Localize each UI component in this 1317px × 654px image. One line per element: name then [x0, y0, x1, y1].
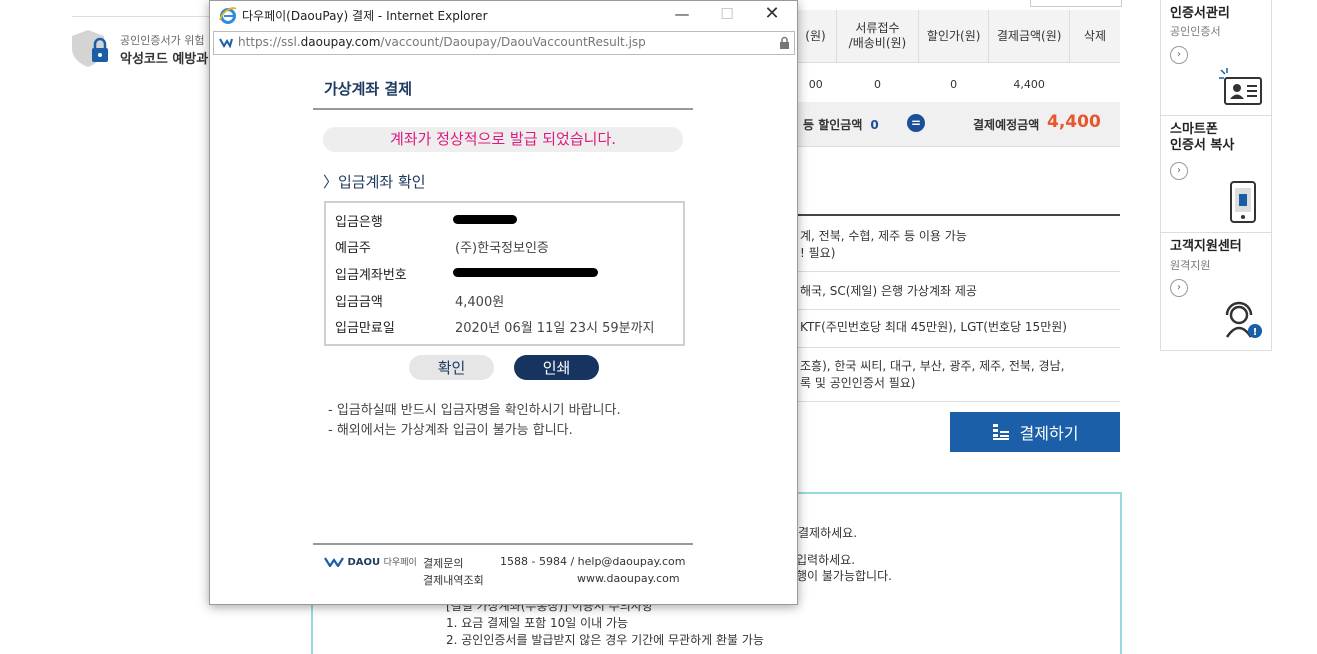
info-label: 입금만료일	[335, 321, 395, 336]
divider	[795, 309, 1120, 310]
payment-history-link[interactable]: 결제내역조회	[423, 572, 484, 588]
info-label: 입금계좌번호	[335, 268, 407, 283]
close-button[interactable]: ✕	[752, 3, 792, 27]
table-cell: 0	[836, 62, 919, 106]
support-agent-icon: !	[1225, 301, 1262, 338]
divider	[72, 16, 232, 17]
sidebar-item-cert-management[interactable]: 인증서관리 공인인증서 ›	[1161, 0, 1271, 116]
section-title: 〉입금계좌 확인	[323, 173, 426, 191]
table-cell: 4,400	[988, 62, 1070, 106]
info-label: 예금주	[335, 241, 371, 256]
internet-explorer-icon	[219, 7, 237, 24]
lock-icon[interactable]	[779, 36, 790, 49]
redacted-account	[453, 268, 598, 277]
info-text: 결제하세요.	[798, 526, 858, 540]
table-cell: 00	[795, 62, 837, 106]
daou-logo: DAOU 다우페이	[324, 555, 417, 569]
contact-info: 1588 - 5984 / help@daoupay.com	[500, 555, 686, 568]
popup-content: 가상계좌 결제 계좌가 정상적으로 발급 되었습니다. 〉입금계좌 확인 입금은…	[210, 55, 797, 604]
info-value: 4,400원	[455, 295, 505, 310]
info-value: (주)한국정보인증	[455, 241, 549, 256]
document-list-icon	[992, 424, 1009, 440]
col-header: (원)	[795, 10, 837, 63]
sidebar-item-title: 스마트폰 인증서 복사	[1170, 122, 1235, 153]
info-value: 2020년 06월 11일 23시 59분까지	[455, 321, 655, 336]
right-sidebar: 인증서관리 공인인증서 › 스마트폰 인증서 복사 › 고객지원센터 원격지원 …	[1160, 0, 1272, 351]
divider	[313, 108, 693, 110]
list-item: 해국, SC(제일) 은행 가상계좌 제공	[800, 284, 977, 298]
address-bar[interactable]: https://ssl.daoupay.com/vaccount/Daoupay…	[213, 31, 795, 55]
divider	[795, 271, 1120, 272]
notice-text: - 해외에서는 가상계좌 입금이 불가능 합니다.	[328, 423, 573, 438]
divider	[795, 214, 1120, 216]
info-label: 입금은행	[335, 215, 383, 230]
maximize-button[interactable]: ☐	[707, 3, 747, 27]
minimize-button[interactable]: —	[662, 3, 702, 27]
table-cell: 0	[918, 62, 989, 106]
website-link[interactable]: www.daoupay.com	[577, 572, 680, 585]
list-item: KTF(주민번호당 최대 45만원), LGT(번호당 15만원)	[800, 320, 1067, 334]
sidebar-item-subtitle: 공인인증서	[1170, 25, 1221, 38]
info-text: 2. 공인인증서를 발급받지 않은 경우 기간에 무관하게 환불 가능	[446, 633, 764, 647]
payment-popup-window: 다우페이(DaouPay) 결제 - Internet Explorer — ☐…	[209, 0, 798, 605]
divider	[795, 401, 1120, 402]
id-card-icon	[1219, 68, 1262, 105]
account-info-table: 입금은행 예금주 (주)한국정보인증 입금계좌번호 입금금액 4,400원 입금…	[324, 201, 685, 346]
site-favicon-icon	[219, 38, 233, 48]
window-titlebar[interactable]: 다우페이(DaouPay) 결제 - Internet Explorer — ☐…	[210, 1, 797, 29]
sidebar-item-support[interactable]: 고객지원센터 원격지원 › !	[1161, 233, 1271, 349]
discount-summary: 등 할인금액 0	[803, 118, 879, 132]
info-text: 행이 불가능합니다.	[796, 569, 892, 583]
list-item: 계, 전북, 수협, 제주 등 이용 가능	[800, 229, 967, 243]
col-header: 삭제	[1068, 10, 1120, 63]
url-text: https://ssl.daoupay.com/vaccount/Daoupay…	[238, 35, 646, 49]
svg-text:!: !	[1253, 327, 1258, 338]
confirm-button[interactable]: 확인	[409, 355, 494, 380]
info-text: 입력하세요.	[796, 553, 856, 567]
print-button[interactable]: 인쇄	[514, 355, 599, 380]
window-title: 다우페이(DaouPay) 결제 - Internet Explorer	[242, 9, 488, 23]
daou-logo-mark-icon	[324, 557, 344, 569]
divider	[313, 543, 693, 545]
list-item: 록 및 공인인증서 필요)	[800, 376, 916, 390]
arrow-right-icon[interactable]: ›	[1170, 46, 1188, 64]
top-box	[1030, 0, 1122, 7]
notice-text: - 입금하실때 반드시 입금자명을 확인하시기 바랍니다.	[328, 403, 621, 418]
info-text: 1. 요금 결제일 포함 10일 이내 가능	[446, 616, 629, 630]
col-header: 결제금액(원)	[988, 10, 1070, 63]
arrow-right-icon[interactable]: ›	[1170, 162, 1188, 180]
divider	[795, 347, 1120, 348]
sidebar-item-smartphone-copy[interactable]: 스마트폰 인증서 복사 ›	[1161, 116, 1271, 233]
sidebar-item-title: 인증서관리	[1170, 6, 1230, 21]
equals-icon: =	[907, 114, 925, 132]
discount-value: 0	[870, 118, 879, 132]
arrow-right-icon[interactable]: ›	[1170, 279, 1188, 297]
pay-button-label: 결제하기	[1019, 424, 1079, 443]
list-item: 조흥), 한국 씨티, 대구, 부산, 광주, 제주, 전북, 경남,	[800, 359, 1065, 373]
sidebar-item-subtitle: 원격지원	[1170, 259, 1211, 272]
smartphone-icon	[1230, 181, 1256, 223]
page-title: 가상계좌 결제	[324, 80, 413, 98]
summary-bar: 등 할인금액 0 = 결제예정금액 4,400	[795, 102, 1120, 147]
order-table: (원) 서류접수 /배송비(원) 할인가(원) 결제금액(원) 삭제 00 0 …	[795, 10, 1120, 106]
payment-inquiry-link[interactable]: 결제문의	[423, 555, 463, 571]
delete-cell[interactable]	[1069, 62, 1120, 106]
security-text: 공인인증서가 위험	[120, 34, 205, 47]
col-header: 할인가(원)	[917, 10, 989, 63]
info-label: 입금금액	[335, 295, 383, 310]
redacted-bank	[453, 215, 517, 224]
sidebar-item-title: 고객지원센터	[1170, 239, 1242, 254]
security-title: 악성코드 예방과	[120, 52, 209, 67]
total-value: 4,400	[1047, 112, 1101, 132]
list-item: ! 필요)	[800, 246, 836, 260]
col-header: 서류접수 /배송비(원)	[836, 10, 919, 63]
issued-notice: 계좌가 정상적으로 발급 되었습니다.	[323, 127, 683, 152]
pay-button[interactable]: 결제하기	[950, 412, 1120, 452]
total-label: 결제예정금액	[973, 118, 1040, 132]
shield-lock-icon	[72, 30, 108, 67]
table-row: 00 0 0 4,400	[795, 62, 1120, 106]
